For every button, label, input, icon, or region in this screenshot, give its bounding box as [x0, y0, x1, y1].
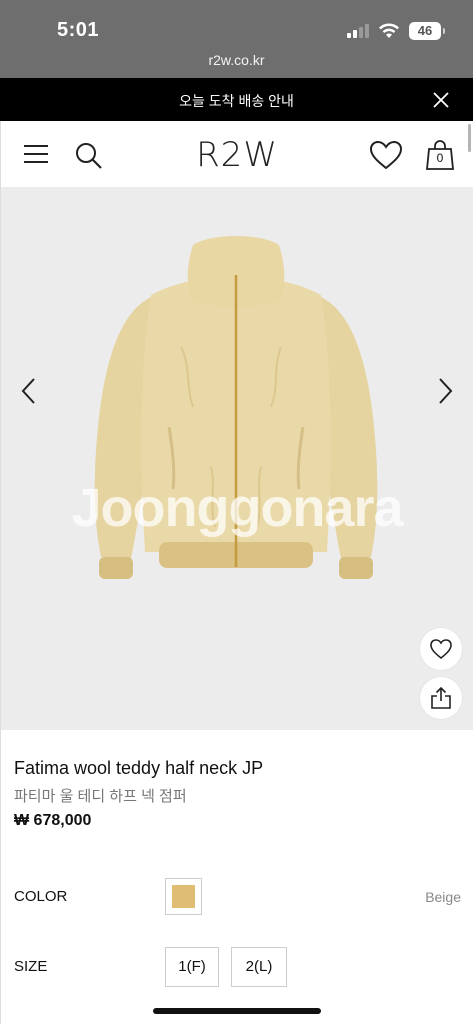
share-button[interactable]	[420, 677, 462, 719]
wifi-icon	[379, 23, 399, 38]
share-icon	[431, 686, 451, 709]
site-header: R2W 0	[0, 121, 473, 187]
product-name-korean: 파티마 울 테디 하프 넥 점퍼	[14, 788, 187, 805]
product-price: ₩ 678,000	[14, 812, 92, 829]
cart-count: 0	[436, 151, 444, 165]
heart-icon	[430, 639, 452, 660]
chevron-right-icon[interactable]	[435, 377, 455, 405]
watermark: Joonggonara	[71, 478, 403, 538]
size-option-label: SIZE	[14, 958, 48, 975]
product-image-gallery[interactable]: Joonggonara	[0, 187, 473, 730]
wishlist-button[interactable]	[420, 628, 462, 670]
color-swatch-beige[interactable]	[165, 878, 202, 915]
heart-icon[interactable]	[369, 140, 403, 170]
color-option-label: COLOR	[14, 888, 68, 905]
close-icon[interactable]	[431, 90, 451, 110]
chevron-left-icon[interactable]	[19, 377, 39, 405]
product-name: Fatima wool teddy half neck JP	[14, 758, 264, 778]
scrollbar-thumb[interactable]	[468, 124, 471, 152]
size-option-2[interactable]: 2(L)	[231, 947, 287, 987]
notice-text[interactable]: 오늘 도착 배송 안내	[0, 91, 473, 111]
address-bar-url[interactable]: r2w.co.kr	[0, 52, 473, 68]
selected-color-value: Beige	[425, 889, 461, 905]
status-time: 5:01	[57, 19, 100, 41]
browser-top-bar: 5:01 46 r2w.co.kr	[0, 0, 473, 78]
cellular-signal-icon	[347, 24, 369, 38]
home-indicator[interactable]	[153, 1008, 321, 1014]
battery-indicator: 46	[409, 22, 445, 40]
notice-banner: 오늘 도착 배송 안내	[0, 78, 473, 121]
swatch-color	[172, 885, 195, 908]
status-icons: 46	[347, 22, 445, 40]
size-option-1[interactable]: 1(F)	[165, 947, 219, 987]
product-info: Fatima wool teddy half neck JP 파티마 울 테디 …	[0, 730, 473, 1024]
